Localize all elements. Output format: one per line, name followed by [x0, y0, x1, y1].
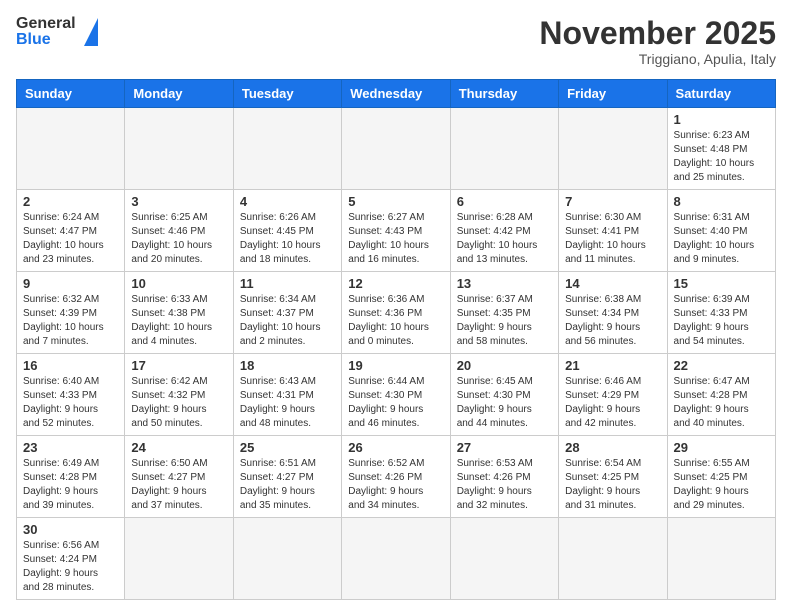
empty-cell [559, 108, 667, 190]
day-8-info: Sunrise: 6:31 AM Sunset: 4:40 PM Dayligh… [674, 211, 769, 267]
day-29-info: Sunrise: 6:55 AM Sunset: 4:25 PM Dayligh… [674, 457, 769, 513]
day-5: 5 Sunrise: 6:27 AM Sunset: 4:43 PM Dayli… [342, 190, 450, 272]
day-30-info: Sunrise: 6:56 AM Sunset: 4:24 PM Dayligh… [23, 539, 118, 595]
logo-blue-text: Blue [16, 32, 76, 48]
calendar-row-1: 1 Sunrise: 6:23 AM Sunset: 4:48 PM Dayli… [17, 108, 776, 190]
day-15-info: Sunrise: 6:39 AM Sunset: 4:33 PM Dayligh… [674, 293, 769, 349]
day-22: 22 Sunrise: 6:47 AM Sunset: 4:28 PM Dayl… [667, 354, 775, 436]
day-14-info: Sunrise: 6:38 AM Sunset: 4:34 PM Dayligh… [565, 293, 660, 349]
day-10-info: Sunrise: 6:33 AM Sunset: 4:38 PM Dayligh… [131, 293, 226, 349]
day-11-info: Sunrise: 6:34 AM Sunset: 4:37 PM Dayligh… [240, 293, 335, 349]
day-25: 25 Sunrise: 6:51 AM Sunset: 4:27 PM Dayl… [233, 436, 341, 518]
day-3: 3 Sunrise: 6:25 AM Sunset: 4:46 PM Dayli… [125, 190, 233, 272]
day-14: 14 Sunrise: 6:38 AM Sunset: 4:34 PM Dayl… [559, 272, 667, 354]
day-26: 26 Sunrise: 6:52 AM Sunset: 4:26 PM Dayl… [342, 436, 450, 518]
header-tuesday: Tuesday [233, 80, 341, 108]
empty-cell [233, 518, 341, 600]
calendar-row-2: 2 Sunrise: 6:24 AM Sunset: 4:47 PM Dayli… [17, 190, 776, 272]
day-20-info: Sunrise: 6:45 AM Sunset: 4:30 PM Dayligh… [457, 375, 552, 431]
day-27-info: Sunrise: 6:53 AM Sunset: 4:26 PM Dayligh… [457, 457, 552, 513]
day-1: 1 Sunrise: 6:23 AM Sunset: 4:48 PM Dayli… [667, 108, 775, 190]
logo-wrapper: General Blue [16, 16, 98, 48]
day-28-info: Sunrise: 6:54 AM Sunset: 4:25 PM Dayligh… [565, 457, 660, 513]
empty-cell [342, 108, 450, 190]
day-17-info: Sunrise: 6:42 AM Sunset: 4:32 PM Dayligh… [131, 375, 226, 431]
empty-cell [17, 108, 125, 190]
empty-cell [342, 518, 450, 600]
calendar-row-3: 9 Sunrise: 6:32 AM Sunset: 4:39 PM Dayli… [17, 272, 776, 354]
day-4-info: Sunrise: 6:26 AM Sunset: 4:45 PM Dayligh… [240, 211, 335, 267]
day-25-info: Sunrise: 6:51 AM Sunset: 4:27 PM Dayligh… [240, 457, 335, 513]
header-wednesday: Wednesday [342, 80, 450, 108]
day-28: 28 Sunrise: 6:54 AM Sunset: 4:25 PM Dayl… [559, 436, 667, 518]
empty-cell [450, 518, 558, 600]
day-8: 8 Sunrise: 6:31 AM Sunset: 4:40 PM Dayli… [667, 190, 775, 272]
day-6: 6 Sunrise: 6:28 AM Sunset: 4:42 PM Dayli… [450, 190, 558, 272]
day-19-info: Sunrise: 6:44 AM Sunset: 4:30 PM Dayligh… [348, 375, 443, 431]
day-24: 24 Sunrise: 6:50 AM Sunset: 4:27 PM Dayl… [125, 436, 233, 518]
calendar-row-4: 16 Sunrise: 6:40 AM Sunset: 4:33 PM Dayl… [17, 354, 776, 436]
day-24-info: Sunrise: 6:50 AM Sunset: 4:27 PM Dayligh… [131, 457, 226, 513]
day-5-info: Sunrise: 6:27 AM Sunset: 4:43 PM Dayligh… [348, 211, 443, 267]
day-16: 16 Sunrise: 6:40 AM Sunset: 4:33 PM Dayl… [17, 354, 125, 436]
empty-cell [233, 108, 341, 190]
day-29: 29 Sunrise: 6:55 AM Sunset: 4:25 PM Dayl… [667, 436, 775, 518]
day-27: 27 Sunrise: 6:53 AM Sunset: 4:26 PM Dayl… [450, 436, 558, 518]
day-7: 7 Sunrise: 6:30 AM Sunset: 4:41 PM Dayli… [559, 190, 667, 272]
day-15: 15 Sunrise: 6:39 AM Sunset: 4:33 PM Dayl… [667, 272, 775, 354]
day-4: 4 Sunrise: 6:26 AM Sunset: 4:45 PM Dayli… [233, 190, 341, 272]
day-12-info: Sunrise: 6:36 AM Sunset: 4:36 PM Dayligh… [348, 293, 443, 349]
day-18-info: Sunrise: 6:43 AM Sunset: 4:31 PM Dayligh… [240, 375, 335, 431]
weekday-header-row: Sunday Monday Tuesday Wednesday Thursday… [17, 80, 776, 108]
day-22-info: Sunrise: 6:47 AM Sunset: 4:28 PM Dayligh… [674, 375, 769, 431]
day-21-info: Sunrise: 6:46 AM Sunset: 4:29 PM Dayligh… [565, 375, 660, 431]
day-2: 2 Sunrise: 6:24 AM Sunset: 4:47 PM Dayli… [17, 190, 125, 272]
day-13: 13 Sunrise: 6:37 AM Sunset: 4:35 PM Dayl… [450, 272, 558, 354]
logo: General Blue [16, 16, 98, 48]
day-19: 19 Sunrise: 6:44 AM Sunset: 4:30 PM Dayl… [342, 354, 450, 436]
day-13-info: Sunrise: 6:37 AM Sunset: 4:35 PM Dayligh… [457, 293, 552, 349]
page-header: General Blue November 2025 Triggiano, Ap… [16, 16, 776, 67]
day-10: 10 Sunrise: 6:33 AM Sunset: 4:38 PM Dayl… [125, 272, 233, 354]
day-23-info: Sunrise: 6:49 AM Sunset: 4:28 PM Dayligh… [23, 457, 118, 513]
header-friday: Friday [559, 80, 667, 108]
title-block: November 2025 Triggiano, Apulia, Italy [539, 16, 776, 67]
day-23: 23 Sunrise: 6:49 AM Sunset: 4:28 PM Dayl… [17, 436, 125, 518]
day-20: 20 Sunrise: 6:45 AM Sunset: 4:30 PM Dayl… [450, 354, 558, 436]
calendar-row-6: 30 Sunrise: 6:56 AM Sunset: 4:24 PM Dayl… [17, 518, 776, 600]
day-9-info: Sunrise: 6:32 AM Sunset: 4:39 PM Dayligh… [23, 293, 118, 349]
day-7-info: Sunrise: 6:30 AM Sunset: 4:41 PM Dayligh… [565, 211, 660, 267]
empty-cell [667, 518, 775, 600]
empty-cell [559, 518, 667, 600]
location: Triggiano, Apulia, Italy [539, 51, 776, 67]
day-16-info: Sunrise: 6:40 AM Sunset: 4:33 PM Dayligh… [23, 375, 118, 431]
day-26-info: Sunrise: 6:52 AM Sunset: 4:26 PM Dayligh… [348, 457, 443, 513]
day-6-info: Sunrise: 6:28 AM Sunset: 4:42 PM Dayligh… [457, 211, 552, 267]
logo-triangle-icon [84, 18, 98, 46]
day-3-info: Sunrise: 6:25 AM Sunset: 4:46 PM Dayligh… [131, 211, 226, 267]
day-30: 30 Sunrise: 6:56 AM Sunset: 4:24 PM Dayl… [17, 518, 125, 600]
day-12: 12 Sunrise: 6:36 AM Sunset: 4:36 PM Dayl… [342, 272, 450, 354]
header-monday: Monday [125, 80, 233, 108]
day-17: 17 Sunrise: 6:42 AM Sunset: 4:32 PM Dayl… [125, 354, 233, 436]
month-title: November 2025 [539, 16, 776, 51]
day-18: 18 Sunrise: 6:43 AM Sunset: 4:31 PM Dayl… [233, 354, 341, 436]
empty-cell [125, 108, 233, 190]
empty-cell [450, 108, 558, 190]
day-21: 21 Sunrise: 6:46 AM Sunset: 4:29 PM Dayl… [559, 354, 667, 436]
day-9: 9 Sunrise: 6:32 AM Sunset: 4:39 PM Dayli… [17, 272, 125, 354]
logo-general-text: General [16, 16, 76, 32]
day-1-info: Sunrise: 6:23 AM Sunset: 4:48 PM Dayligh… [674, 129, 769, 185]
day-2-info: Sunrise: 6:24 AM Sunset: 4:47 PM Dayligh… [23, 211, 118, 267]
calendar-row-5: 23 Sunrise: 6:49 AM Sunset: 4:28 PM Dayl… [17, 436, 776, 518]
header-saturday: Saturday [667, 80, 775, 108]
header-sunday: Sunday [17, 80, 125, 108]
calendar-table: Sunday Monday Tuesday Wednesday Thursday… [16, 79, 776, 600]
header-thursday: Thursday [450, 80, 558, 108]
logo-text-block: General Blue [16, 16, 76, 48]
empty-cell [125, 518, 233, 600]
day-11: 11 Sunrise: 6:34 AM Sunset: 4:37 PM Dayl… [233, 272, 341, 354]
